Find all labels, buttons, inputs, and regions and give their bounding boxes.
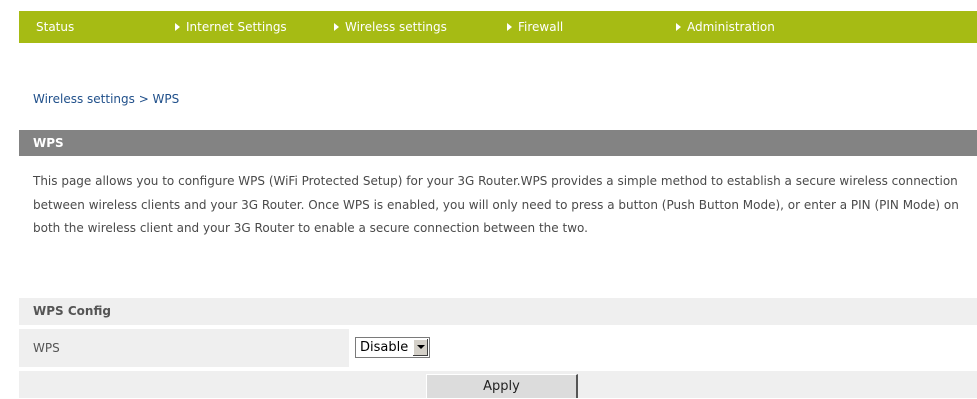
nav-item-wireless-settings[interactable]: Wireless settings [334,11,447,43]
apply-row: Apply [19,371,977,398]
page-description: This page allows you to configure WPS (W… [33,174,959,235]
nav-item-label: Administration [687,20,775,34]
wps-field-value-cell: Disable [349,329,977,367]
panel-header: WPS [19,130,977,156]
nav-item-label: Internet Settings [186,20,287,34]
nav-item-status[interactable]: Status [36,11,74,43]
chevron-down-icon[interactable] [412,339,429,356]
wps-config-section-header: WPS Config [19,298,977,325]
top-navigation-bar: Status Internet Settings Wireless settin… [19,11,977,43]
nav-item-label: Status [36,20,75,34]
section-title: WPS Config [33,304,111,318]
breadcrumb: Wireless settings > WPS [33,92,180,106]
nav-item-label: Firewall [518,20,564,34]
nav-item-internet-settings[interactable]: Internet Settings [175,11,287,43]
nav-item-firewall[interactable]: Firewall [507,11,563,43]
triangle-right-icon [507,23,512,31]
wps-mode-select[interactable]: Disable [355,337,431,358]
wps-field-row: WPS Disable [19,329,977,367]
wps-mode-select-value: Disable [360,340,409,355]
triangle-right-icon [175,23,180,31]
triangle-right-icon [676,23,681,31]
wps-field-label: WPS [33,341,60,355]
apply-button[interactable]: Apply [426,374,578,398]
nav-item-administration[interactable]: Administration [676,11,775,43]
triangle-right-icon [334,23,339,31]
nav-item-label: Wireless settings [345,20,447,34]
page-title: WPS [33,136,64,150]
